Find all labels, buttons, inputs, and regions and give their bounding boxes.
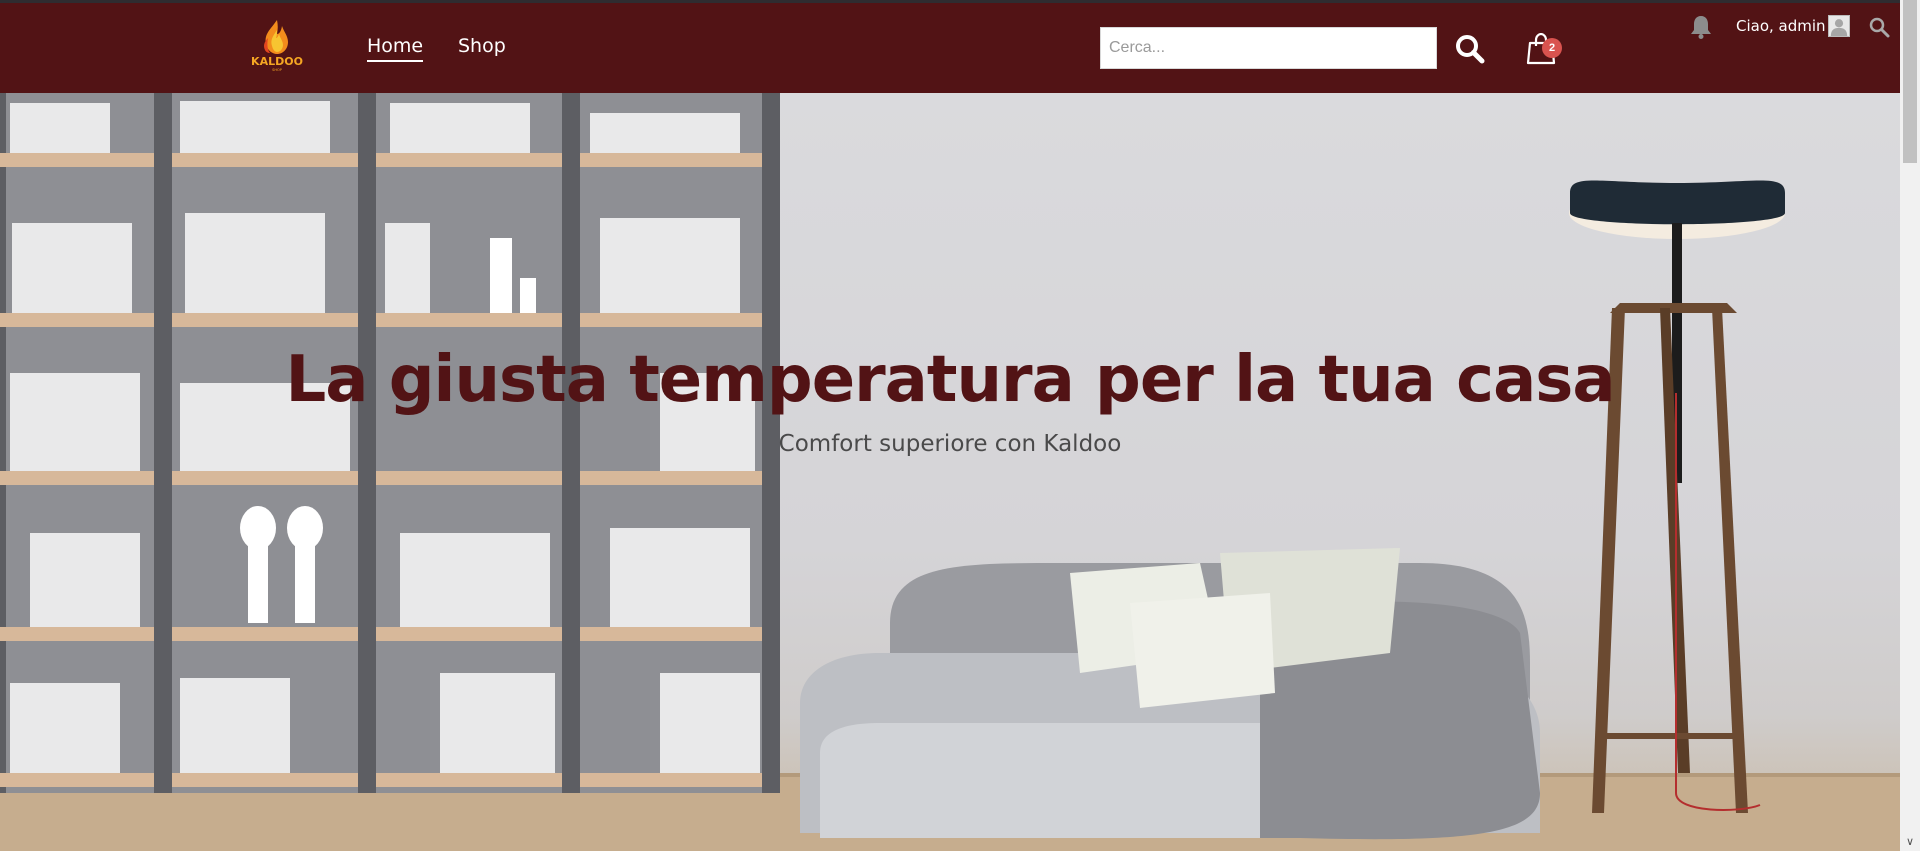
user-greeting[interactable]: Ciao, admin bbox=[1736, 17, 1826, 35]
search-input[interactable] bbox=[1100, 27, 1437, 69]
floor-lamp-illustration bbox=[1569, 180, 1785, 813]
armchair-illustration bbox=[800, 548, 1540, 840]
notifications-button[interactable] bbox=[1689, 14, 1713, 40]
nav-shop[interactable]: Shop bbox=[458, 35, 506, 57]
user-avatar-icon[interactable] bbox=[1828, 15, 1850, 37]
site-logo[interactable]: KALDOO SHOP bbox=[248, 16, 306, 74]
hero-subtitle: Comfort superiore con Kaldoo bbox=[778, 431, 1122, 457]
hero-background-image bbox=[0, 93, 1900, 851]
logo-wordmark: KALDOO bbox=[251, 55, 303, 68]
hero-banner: La giusta temperatura per la tua casa Co… bbox=[0, 93, 1900, 851]
scrollbar-thumb[interactable] bbox=[1903, 0, 1917, 163]
bell-icon bbox=[1691, 16, 1711, 39]
hero-title: La giusta temperatura per la tua casa bbox=[285, 343, 1615, 417]
chevron-down-icon[interactable]: ∨ bbox=[1900, 833, 1920, 851]
svg-text:SHOP: SHOP bbox=[272, 68, 282, 72]
header-search-toggle[interactable] bbox=[1868, 16, 1890, 38]
nav-home[interactable]: Home bbox=[367, 35, 424, 62]
search-button[interactable] bbox=[1454, 33, 1486, 65]
cart-count-badge: 2 bbox=[1542, 38, 1562, 58]
site-header: KALDOO SHOP Home Shop 2 Ciao, admin bbox=[0, 3, 1900, 93]
search-icon bbox=[1456, 35, 1485, 64]
flame-logo-icon: KALDOO SHOP bbox=[251, 20, 303, 72]
search-icon bbox=[1869, 17, 1890, 38]
